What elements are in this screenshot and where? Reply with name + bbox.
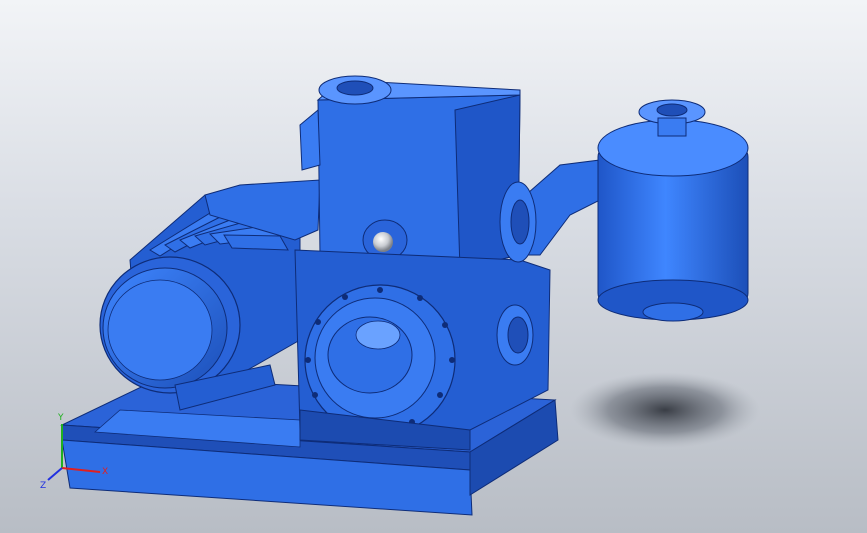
- coordinate-triad: Y X Z: [40, 413, 108, 490]
- side-port-left: [299, 108, 321, 171]
- x-axis-label: X: [102, 467, 108, 477]
- pump-assembly-model[interactable]: [0, 0, 867, 533]
- pump-housing[interactable]: [299, 75, 521, 271]
- separator-tank[interactable]: [597, 99, 749, 322]
- y-axis-label: Y: [57, 413, 64, 423]
- inlet-flange[interactable]: [318, 75, 392, 105]
- x-axis-arrow: [61, 467, 101, 473]
- ground-shadow: [570, 372, 760, 448]
- graphics-viewport[interactable]: Y X Z: [0, 0, 867, 533]
- side-port-right[interactable]: [496, 304, 534, 366]
- z-axis-label: Z: [40, 481, 46, 490]
- z-axis-arrow: [47, 467, 63, 481]
